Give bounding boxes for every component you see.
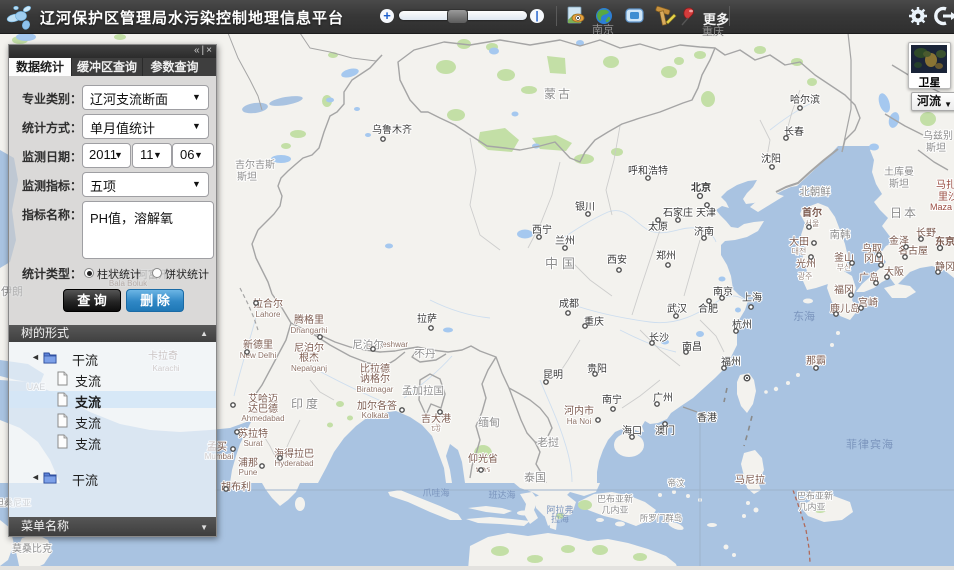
svg-text:斯坦: 斯坦 [237, 170, 257, 183]
svg-text:대전: 대전 [792, 246, 807, 256]
svg-text:Nepalganj: Nepalganj [291, 364, 327, 373]
svg-text:印度: 印度 [291, 396, 321, 411]
svg-text:成都: 成都 [559, 298, 579, 310]
svg-text:Dhangarhi: Dhangarhi [291, 326, 328, 335]
svg-text:所罗门群岛: 所罗门群岛 [640, 513, 683, 523]
svg-text:Ha Noi: Ha Noi [567, 417, 592, 426]
svg-text:帝汶: 帝汶 [667, 478, 685, 488]
svg-text:南韩: 南韩 [830, 228, 851, 241]
svg-text:根杰: 根杰 [299, 351, 319, 364]
svg-text:莫桑比克: 莫桑比克 [12, 543, 52, 555]
svg-text:吉尔吉斯: 吉尔吉斯 [235, 158, 275, 171]
svg-text:北京: 北京 [691, 181, 711, 194]
svg-text:兰州: 兰州 [555, 234, 575, 247]
svg-text:泰国: 泰国 [524, 470, 546, 484]
svg-text:斯坦: 斯坦 [926, 141, 946, 154]
svg-text:首尔: 首尔 [802, 206, 822, 219]
svg-text:石家庄: 石家庄 [663, 206, 693, 219]
svg-text:几内亚: 几内亚 [601, 504, 628, 515]
svg-text:河内市: 河内市 [564, 404, 594, 417]
svg-text:马扎: 马扎 [936, 178, 954, 191]
svg-text:土库曼: 土库曼 [884, 165, 914, 178]
svg-text:巴布亚新: 巴布亚新 [797, 490, 833, 501]
svg-text:讷格尔: 讷格尔 [360, 372, 390, 385]
svg-text:Maza: Maza [930, 202, 952, 212]
svg-text:爪哇海: 爪哇海 [422, 487, 449, 498]
svg-text:合肥: 合肥 [698, 302, 718, 315]
svg-text:新德里: 新德里 [243, 338, 273, 351]
svg-text:চট্ট: চট্ট [430, 424, 441, 433]
svg-text:Lahore: Lahore [256, 310, 281, 319]
svg-text:巴布亚新: 巴布亚新 [597, 493, 633, 504]
svg-text:腾格里: 腾格里 [294, 313, 324, 326]
svg-text:哈尔滨: 哈尔滨 [790, 93, 820, 106]
svg-text:乌兹别: 乌兹别 [923, 129, 953, 142]
svg-text:Ahmedabad: Ahmedabad [241, 414, 284, 423]
svg-text:北朝鲜: 北朝鲜 [799, 185, 831, 198]
svg-text:孟加拉国: 孟加拉国 [402, 384, 444, 397]
svg-text:中国: 中国 [545, 256, 579, 271]
svg-text:Pune: Pune [239, 468, 258, 477]
svg-text:Biratnagar: Biratnagar [357, 385, 394, 394]
svg-text:尼泊尔: 尼泊尔 [352, 338, 384, 351]
svg-text:日本: 日本 [890, 206, 918, 220]
svg-text:老挝: 老挝 [537, 435, 559, 449]
svg-text:Kolkata: Kolkata [362, 411, 389, 420]
svg-text:几内亚: 几内亚 [798, 501, 825, 512]
svg-text:Surat: Surat [243, 439, 263, 448]
svg-text:上海: 上海 [742, 291, 762, 304]
svg-text:乌鲁木齐: 乌鲁木齐 [372, 123, 412, 136]
svg-text:斯坦: 斯坦 [889, 177, 909, 190]
svg-text:武汉: 武汉 [667, 302, 687, 315]
svg-text:银川: 银川 [575, 200, 595, 213]
svg-text:天津: 天津 [696, 207, 716, 219]
svg-text:东海: 东海 [793, 309, 815, 323]
svg-text:沈阳: 沈阳 [761, 152, 781, 165]
svg-text:拉海: 拉海 [551, 513, 569, 524]
svg-text:仰光省: 仰光省 [468, 452, 498, 465]
svg-text:蒙古: 蒙古 [544, 86, 572, 101]
svg-text:拉萨: 拉萨 [417, 312, 437, 325]
svg-text:광주: 광주 [798, 271, 813, 281]
svg-text:香港: 香港 [697, 412, 717, 424]
svg-text:缅甸: 缅甸 [478, 415, 500, 429]
svg-text:菲律宾海: 菲律宾海 [846, 437, 894, 451]
svg-text:西宁: 西宁 [532, 223, 552, 236]
svg-text:名古屋: 名古屋 [898, 244, 928, 257]
svg-text:班达海: 班达海 [488, 489, 515, 500]
svg-text:不丹: 不丹 [415, 348, 436, 360]
svg-text:南宁: 南宁 [602, 393, 622, 406]
svg-text:西安: 西安 [607, 253, 627, 266]
svg-text:马尼拉: 马尼拉 [735, 473, 765, 486]
svg-text:郑州: 郑州 [656, 249, 676, 262]
